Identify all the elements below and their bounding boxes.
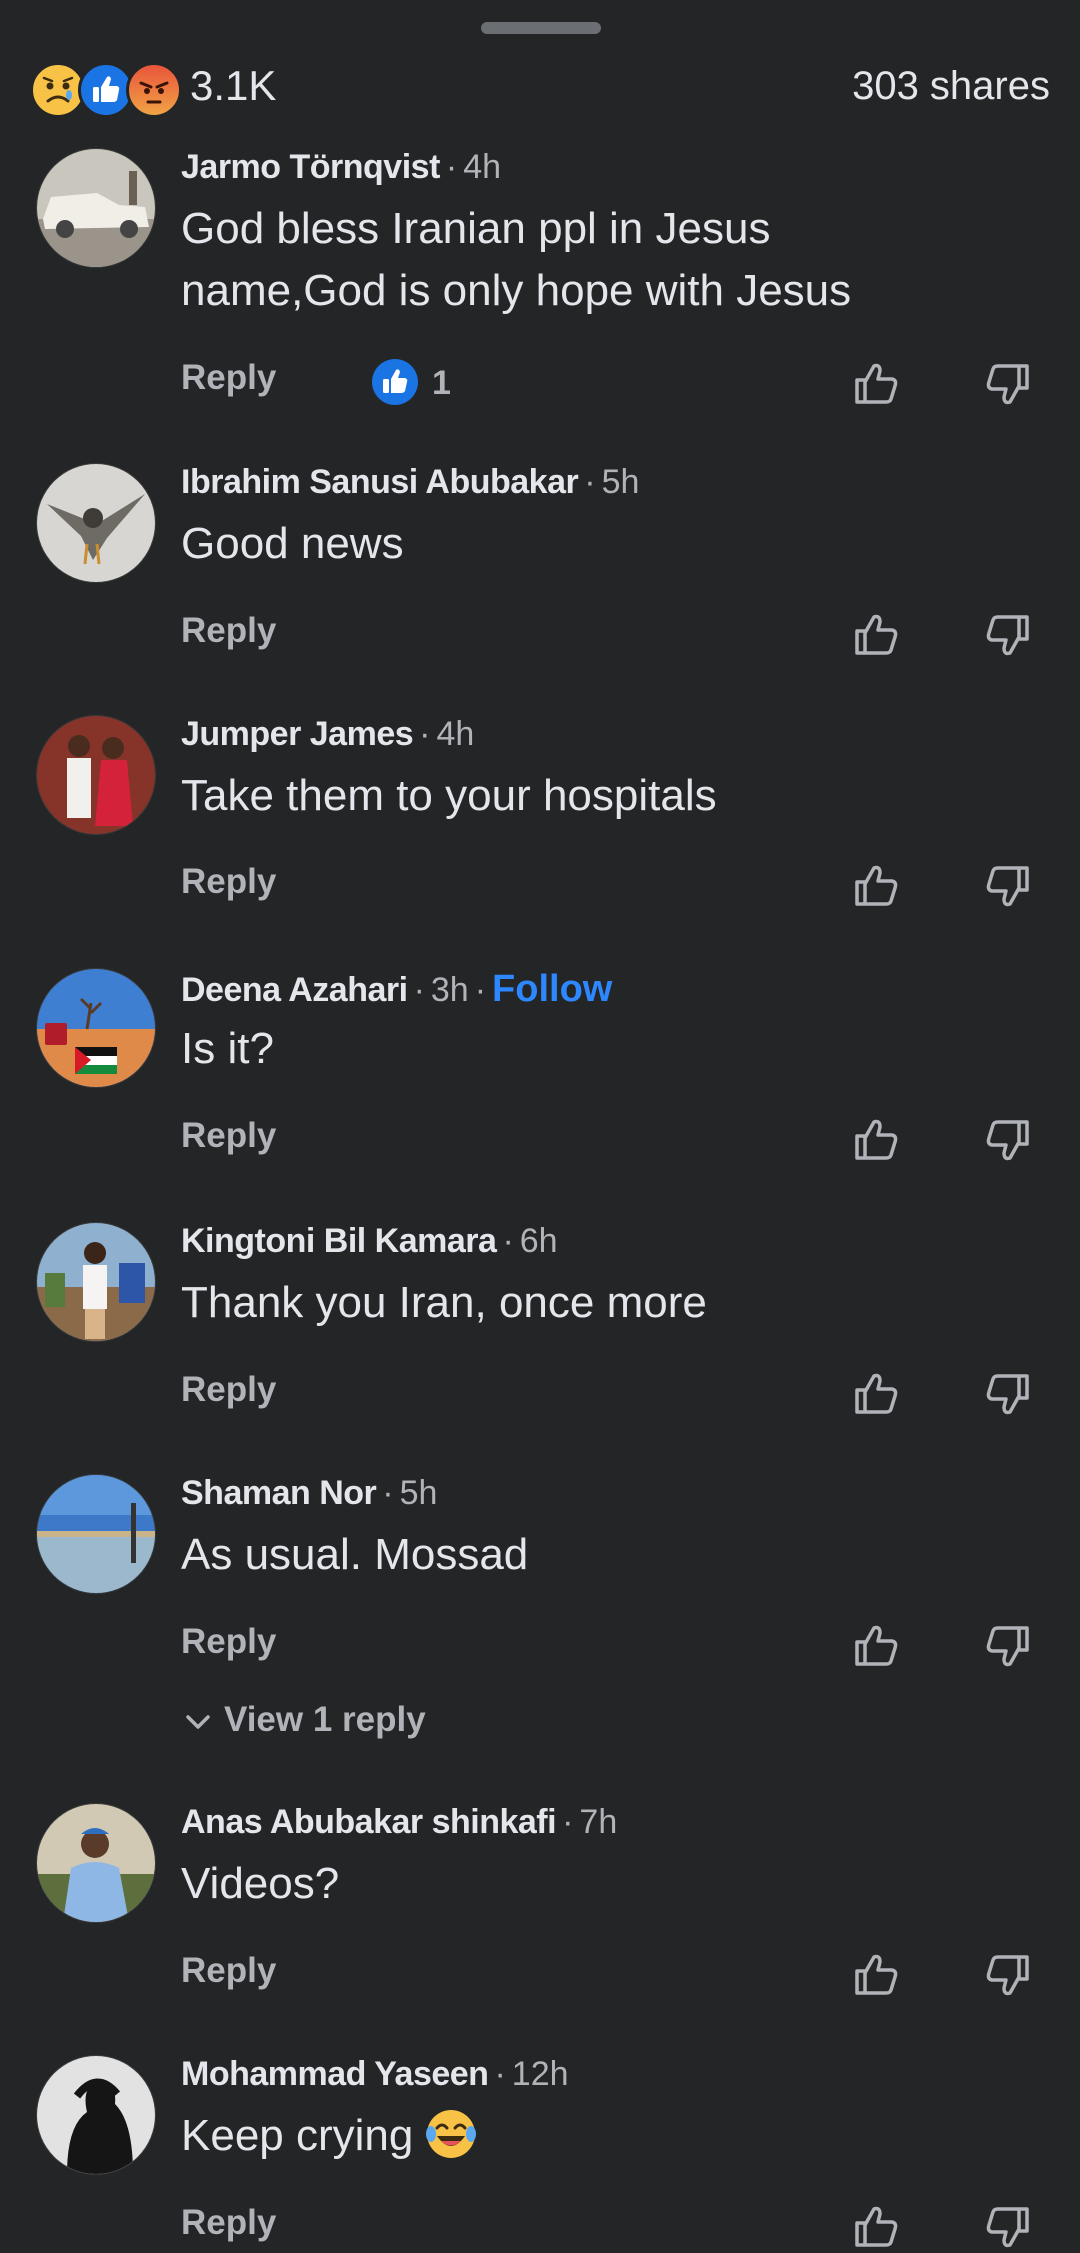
upvote-icon[interactable]: [850, 1949, 902, 2001]
reply-button[interactable]: Reply: [181, 1951, 276, 1991]
comment-time[interactable]: 4h: [436, 715, 474, 753]
upvote-icon[interactable]: [850, 1114, 902, 1166]
sheet-drag-handle[interactable]: [481, 22, 601, 34]
comment-time[interactable]: 6h: [520, 1222, 558, 1260]
separator-dot: ·: [502, 1222, 514, 1260]
comment-header: Kingtoni Bil Kamara · 6h: [181, 1222, 558, 1268]
comment-author[interactable]: Anas Abubakar shinkafi: [181, 1803, 557, 1841]
upvote-icon[interactable]: [850, 358, 902, 410]
downvote-icon[interactable]: [982, 2201, 1034, 2253]
downvote-icon[interactable]: [982, 358, 1034, 410]
comment-time[interactable]: 3h: [431, 971, 469, 1009]
avatar[interactable]: [36, 715, 156, 835]
downvote-icon[interactable]: [982, 609, 1034, 661]
follow-button[interactable]: Follow: [492, 968, 612, 1010]
like-count-icon: [372, 359, 418, 405]
reactions-summary[interactable]: 3.1K 303 shares: [30, 56, 1050, 122]
comment-author[interactable]: Jumper James: [181, 715, 414, 753]
separator-dot: ·: [584, 463, 596, 501]
avatar[interactable]: [36, 2055, 156, 2175]
separator-dot: ·: [413, 971, 425, 1009]
laughing-tears-emoji: [426, 2110, 477, 2158]
downvote-icon[interactable]: [982, 1114, 1034, 1166]
downvote-icon[interactable]: [982, 1620, 1034, 1672]
downvote-icon[interactable]: [982, 1949, 1034, 2001]
downvote-icon[interactable]: [982, 1368, 1034, 1420]
upvote-icon[interactable]: [850, 609, 902, 661]
avatar[interactable]: [36, 463, 156, 583]
comment-header: Ibrahim Sanusi Abubakar · 5h: [181, 463, 639, 509]
comment-header: Anas Abubakar shinkafi · 7h: [181, 1803, 617, 1849]
reply-button[interactable]: Reply: [181, 2203, 276, 2243]
comment-text: Is it?: [181, 1024, 274, 1073]
chevron-down-icon: [186, 1715, 210, 1729]
reply-button[interactable]: Reply: [181, 1370, 276, 1410]
comment-author[interactable]: Kingtoni Bil Kamara: [181, 1222, 497, 1260]
angry-reaction-icon: [126, 62, 182, 118]
comment-author[interactable]: Mohammad Yaseen: [181, 2055, 489, 2093]
reply-button[interactable]: Reply: [181, 611, 276, 651]
upvote-icon[interactable]: [850, 2201, 902, 2253]
upvote-icon[interactable]: [850, 860, 902, 912]
comment-text: Videos?: [181, 1859, 340, 1908]
comment-text: Take them to your hospitals: [181, 771, 717, 820]
comments-sheet: 3.1K 303 shares Jarmo Törnqvist · 4h God b…: [0, 0, 1080, 2252]
comment-author[interactable]: Deena Azahari: [181, 971, 408, 1009]
comment-time[interactable]: 7h: [579, 1803, 617, 1841]
avatar[interactable]: [36, 148, 156, 268]
avatar[interactable]: [36, 1474, 156, 1594]
separator-dot: ·: [419, 715, 431, 753]
comment-header: Jarmo Törnqvist · 4h: [181, 148, 501, 194]
comment-time[interactable]: 4h: [463, 148, 501, 186]
separator-dot: ·: [445, 148, 458, 186]
comment-text-line: God bless Iranian ppl in Jesus: [181, 204, 771, 253]
separator-dot: ·: [382, 1474, 394, 1512]
comment-text: Keep crying: [181, 2105, 941, 2167]
separator-dot: ·: [562, 1803, 574, 1841]
comment-text: Thank you Iran, once more: [181, 1278, 707, 1327]
reply-button[interactable]: Reply: [181, 862, 276, 902]
reaction-count: 3.1K: [190, 62, 277, 109]
comment-time[interactable]: 12h: [512, 2055, 569, 2093]
reply-button[interactable]: Reply: [181, 1622, 276, 1662]
view-replies-button[interactable]: View 1 reply: [182, 1700, 426, 1740]
shares-count[interactable]: 303 shares: [852, 64, 1050, 109]
separator-dot: ·: [494, 2055, 506, 2093]
reply-button[interactable]: Reply: [181, 1116, 276, 1156]
comment-text: Good news: [181, 519, 404, 568]
comment-header: Mohammad Yaseen · 12h: [181, 2055, 569, 2101]
upvote-icon[interactable]: [850, 1368, 902, 1420]
comment-text: As usual. Mossad: [181, 1530, 529, 1579]
like-count[interactable]: 1: [432, 364, 451, 403]
comment-author[interactable]: Jarmo Törnqvist: [181, 148, 440, 186]
comment-time[interactable]: 5h: [602, 463, 640, 501]
comment-text-line: name,God is only hope with Jesus: [181, 266, 852, 315]
comment-text-content: Keep crying: [181, 2111, 414, 2160]
comment-author[interactable]: Shaman Nor: [181, 1474, 377, 1512]
downvote-icon[interactable]: [982, 860, 1034, 912]
view-replies-label: View 1 reply: [224, 1700, 426, 1739]
comment-header: Deena Azahari · 3h · Follow: [181, 968, 612, 1014]
reply-button[interactable]: Reply: [181, 358, 276, 398]
avatar[interactable]: [36, 968, 156, 1088]
comment-header: Shaman Nor · 5h: [181, 1474, 437, 1520]
comment-text: God bless Iranian ppl in Jesus name,God i…: [181, 198, 941, 322]
upvote-icon[interactable]: [850, 1620, 902, 1672]
comment-author[interactable]: Ibrahim Sanusi Abubakar: [181, 463, 579, 501]
comment-header: Jumper James · 4h: [181, 715, 474, 761]
comment-time[interactable]: 5h: [400, 1474, 438, 1512]
separator-dot: ·: [474, 971, 487, 1009]
avatar[interactable]: [36, 1222, 156, 1342]
avatar[interactable]: [36, 1803, 156, 1923]
